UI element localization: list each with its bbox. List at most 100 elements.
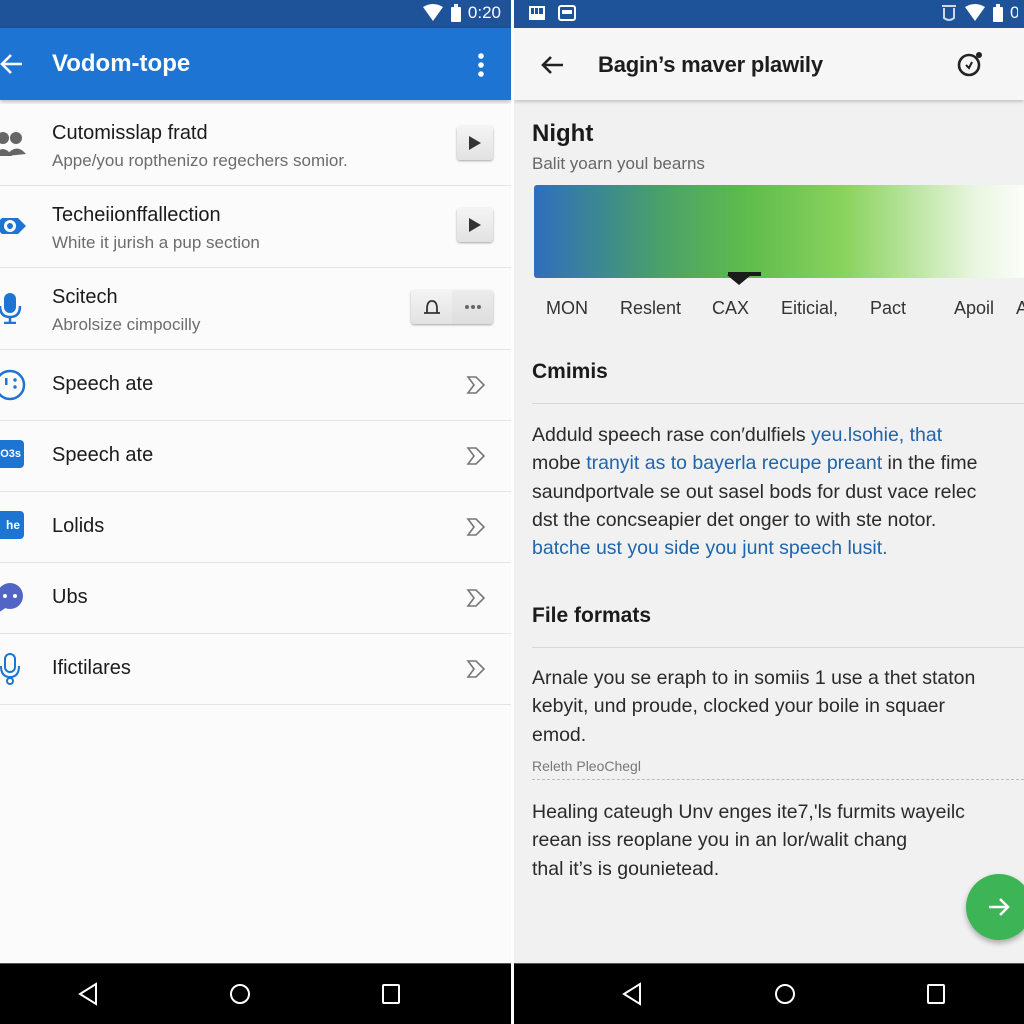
inline-link[interactable]: yeu.lsohie, that (811, 424, 942, 446)
play-icon (469, 218, 481, 232)
face-icon (0, 369, 26, 401)
badge-text: O3s (0, 448, 21, 460)
slider-label[interactable]: CAX (712, 298, 749, 319)
group-icon (0, 132, 26, 156)
item-title: Techeiionffallection (52, 204, 221, 226)
list-item[interactable]: Speech ate (0, 350, 511, 421)
recents-icon[interactable] (923, 981, 949, 1007)
alarm-icon (942, 5, 956, 21)
list-item[interactable]: Ubs (0, 563, 511, 634)
status-bar: 0:20 (514, 0, 1024, 28)
home-icon[interactable] (227, 981, 253, 1007)
settings-list: Cutomisslap fratd Appe/you ropthenizo re… (0, 104, 511, 705)
profile-button[interactable] (411, 290, 452, 324)
timer-icon[interactable] (956, 50, 984, 78)
item-title: Ifictilares (52, 657, 131, 679)
left-screen: 0:20 Vodom-tope Cutomisslap fratd Appe/y… (0, 0, 511, 1024)
list-item[interactable]: Cutomisslap fratd Appe/you ropthenizo re… (0, 104, 511, 186)
text-run: Adduld speech rase con′dulfiels (532, 424, 811, 446)
slider-label[interactable]: A (1016, 298, 1024, 319)
microphone-icon (0, 293, 22, 324)
inline-link[interactable]: batche ust you side you junt speech lusi… (532, 537, 888, 559)
paragraph-line: Arnale you se eraph to in somiis 1 use a… (532, 667, 976, 689)
more-vertical-icon[interactable] (471, 52, 491, 78)
more-button[interactable] (452, 290, 493, 324)
text-run: saundportvale se out sasel bods for dust… (532, 480, 977, 503)
paragraph-line: dst the concseapier det onger to with st… (532, 506, 1024, 534)
paragraph-line: Adduld speech rase con′dulfiels yeu.lsoh… (532, 421, 1024, 449)
item-subtitle: Abrolsize cimpocilly (52, 315, 201, 334)
chevron-right-icon (466, 589, 486, 607)
microphone-outline-icon (0, 653, 20, 685)
item-subtitle: Appe/you ropthenizo regechers somior. (52, 151, 348, 170)
slider-label[interactable]: Pact (870, 298, 906, 319)
next-fab-button[interactable] (966, 874, 1024, 940)
paragraph-line: saundportvale se out sasel bods for dust… (532, 478, 1024, 506)
gallery-icon (529, 6, 545, 20)
chevron-right-icon (466, 660, 486, 678)
play-button[interactable] (457, 126, 493, 160)
paragraph-line: Healing cateugh Unv enges ite7,'ls furmi… (532, 801, 965, 823)
badge-icon: he (0, 511, 24, 539)
file-formats-paragraph-2: Healing cateugh Unv enges ite7,'ls furmi… (532, 798, 1024, 883)
arrow-right-icon (989, 898, 1010, 916)
navigation-bar (514, 963, 1024, 1024)
paragraph-line: kebyit, und proude, clocked your boile i… (532, 695, 946, 718)
list-item[interactable]: Techeiionffallection White it jurish a p… (0, 186, 511, 268)
chevron-right-icon (466, 518, 486, 536)
section-title-cmimis: Cmimis (532, 360, 608, 383)
play-icon (469, 136, 481, 150)
slider-thumb-pointer (727, 275, 751, 285)
night-subtitle: Balit yoarn youl bearns (532, 154, 705, 173)
paragraph-line: mobe tranyit as to bayerla recupe preant… (532, 449, 1024, 477)
color-temperature-slider[interactable] (534, 185, 1024, 278)
divider (532, 403, 1024, 404)
dashed-divider (532, 779, 1024, 781)
list-item[interactable]: Ifictilares (0, 634, 511, 705)
inline-link[interactable]: tranyit as to bayerla recupe preant (586, 452, 882, 474)
wifi-icon (422, 4, 443, 21)
text-run: mobe (532, 452, 587, 475)
back-icon[interactable] (620, 981, 646, 1007)
item-title: Ubs (52, 586, 88, 608)
item-title: Speech ate (52, 373, 154, 395)
recents-icon[interactable] (378, 981, 404, 1007)
item-title: Scitech (52, 286, 118, 308)
list-item[interactable]: Scitech Abrolsize cimpocilly (0, 268, 511, 350)
arrow-left-icon[interactable] (0, 50, 26, 78)
split-button (411, 290, 493, 324)
home-icon[interactable] (772, 981, 798, 1007)
paragraph-line: batche ust you side you junt speech lusi… (532, 534, 1024, 562)
battery-icon (450, 4, 461, 22)
arrow-left-icon[interactable] (540, 52, 566, 78)
slider-label[interactable]: Apoil (954, 298, 994, 319)
app-bar: Vodom-tope (0, 28, 511, 100)
wifi-icon (965, 4, 985, 21)
section-title-night: Night (532, 120, 594, 147)
file-formats-paragraph: Arnale you se eraph to in somiis 1 use a… (532, 664, 1024, 749)
back-icon[interactable] (76, 981, 102, 1007)
paragraph-line: emod. (532, 723, 587, 746)
status-time: 0:20 (1010, 3, 1018, 22)
status-time: 0:20 (467, 3, 501, 22)
item-title: Speech ate (52, 444, 154, 466)
app-title: Vodom-tope (52, 50, 191, 77)
chevron-right-icon (466, 376, 486, 394)
list-item[interactable]: he Lolids (0, 492, 511, 563)
paragraph-line: thal it’s is gounietead. (532, 857, 720, 880)
slider-label[interactable]: Eiticial, (781, 298, 838, 319)
slider-label[interactable]: MON (546, 298, 588, 319)
text-run: dst the concseapier det onger to with st… (532, 508, 937, 531)
list-item[interactable]: O3s Speech ate (0, 421, 511, 492)
battery-icon (993, 4, 1003, 22)
right-screen: 0:20 Bagin’s maver plawily Night Balit y… (514, 0, 1024, 1024)
divider (532, 647, 1024, 648)
badge-text: he (5, 518, 20, 532)
slider-label[interactable]: Reslent (620, 298, 681, 319)
paragraph-line: reean iss reoplane you in an lor/walit c… (532, 829, 908, 852)
item-title: Lolids (52, 515, 105, 537)
text-run: in the fime (882, 452, 978, 475)
chat-bubble-icon (0, 583, 23, 612)
play-button[interactable] (457, 208, 493, 242)
more-horizontal-icon (464, 305, 481, 309)
